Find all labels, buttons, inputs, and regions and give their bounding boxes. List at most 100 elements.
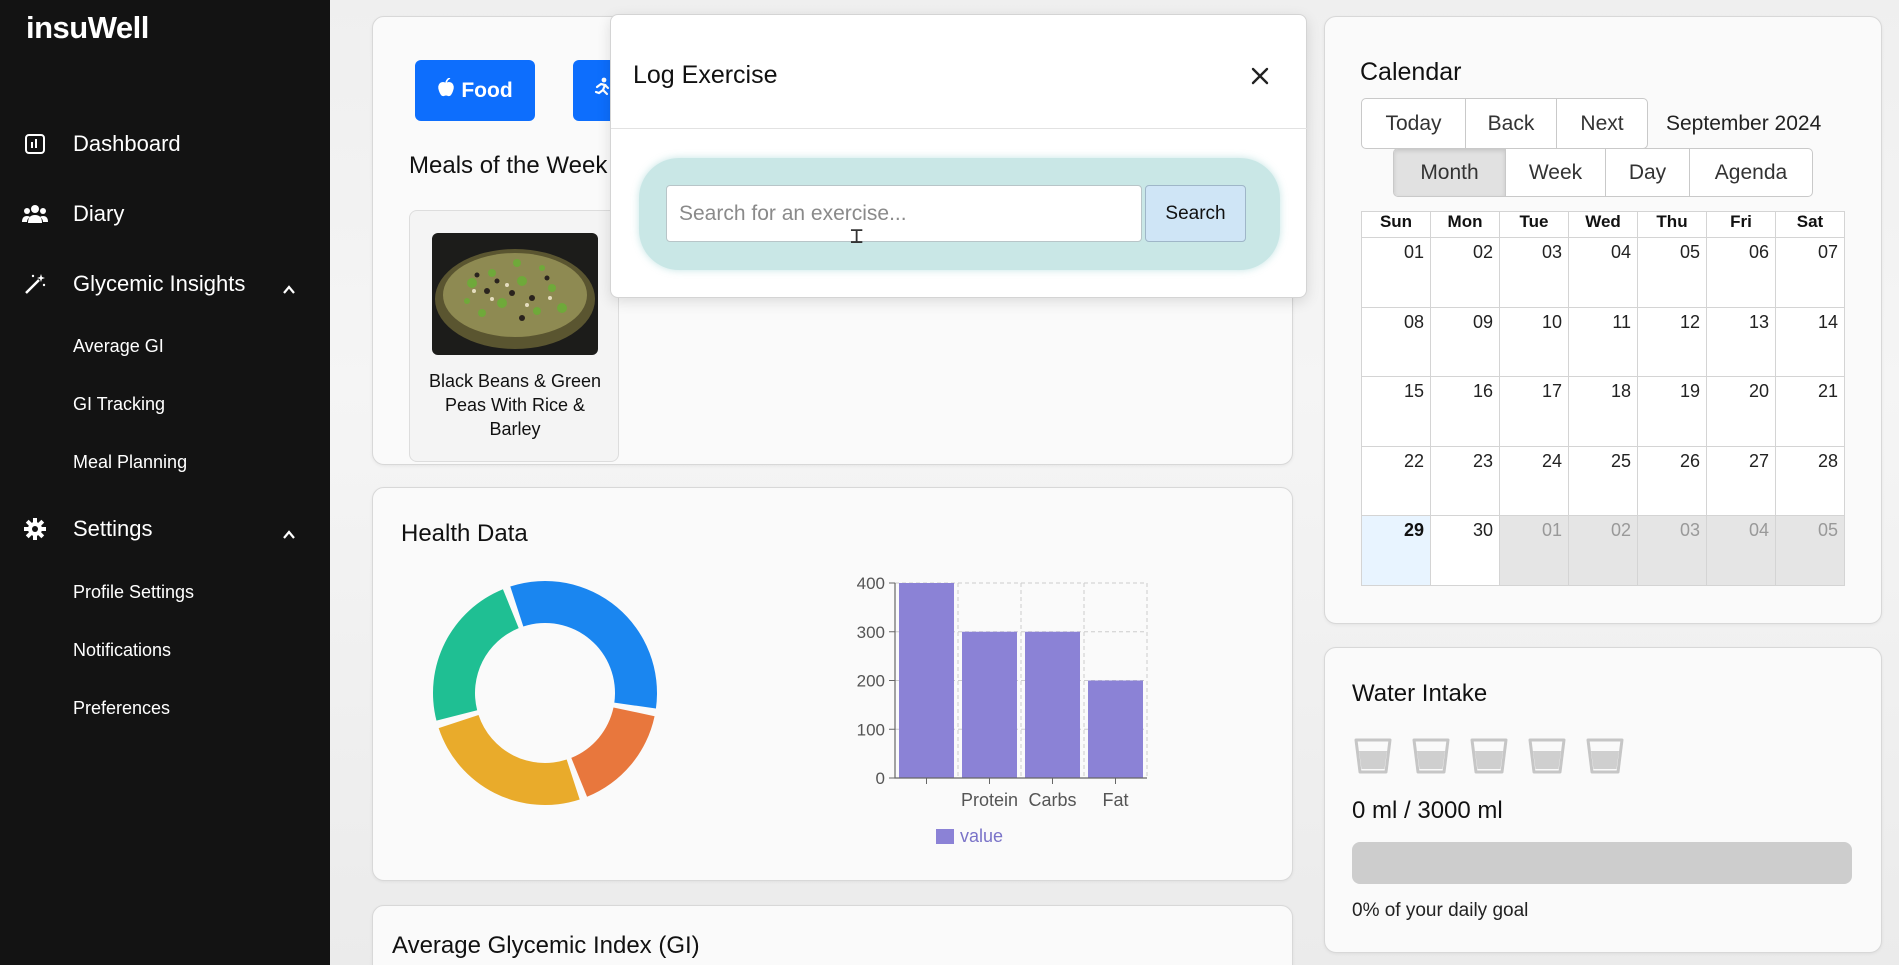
modal-divider	[611, 128, 1308, 129]
text-cursor-icon: ⌶	[850, 224, 864, 249]
today-button[interactable]: Today	[1362, 99, 1466, 148]
sidebar-item-label: Dashboard	[73, 131, 181, 156]
sidebar-item-diary[interactable]: Diary	[0, 199, 330, 229]
meal-card[interactable]: Black Beans & Green Peas With Rice & Bar…	[409, 210, 619, 462]
calendar-day[interactable]: 08	[1362, 307, 1431, 378]
calendar-day[interactable]: 01	[1500, 516, 1569, 586]
back-button[interactable]: Back	[1466, 99, 1557, 148]
calendar-day[interactable]: 10	[1500, 307, 1569, 378]
calendar-day[interactable]: 05	[1776, 516, 1845, 586]
sidebar-subitem-notifications[interactable]: Notifications	[73, 640, 171, 661]
next-button[interactable]: Next	[1557, 99, 1647, 148]
weekday-header: Tue	[1500, 212, 1569, 238]
y-tick-label: 0	[876, 769, 885, 788]
sidebar-item-settings[interactable]: Settings	[0, 514, 330, 544]
exercise-button[interactable]	[573, 60, 613, 121]
calendar-day[interactable]: 20	[1707, 377, 1776, 447]
calendar-day[interactable]: 27	[1707, 446, 1776, 517]
calendar-day[interactable]: 30	[1431, 516, 1500, 586]
calendar-day[interactable]: 16	[1431, 377, 1500, 447]
calendar-nav-group: Today Back Next	[1361, 98, 1648, 149]
macro-bar-chart[interactable]: 0 100 200 300 400 Protein Carbs Fat value	[840, 570, 1160, 860]
bar[interactable]	[899, 583, 954, 778]
view-day-button[interactable]: Day	[1606, 149, 1690, 196]
calendar-day[interactable]: 03	[1638, 516, 1707, 586]
cup-icon[interactable]	[1585, 737, 1625, 775]
bar[interactable]	[1025, 631, 1080, 778]
calendar-day[interactable]: 22	[1362, 446, 1431, 517]
weekday-header: Sat	[1776, 212, 1845, 238]
cup-icon[interactable]	[1469, 737, 1509, 775]
calendar-day[interactable]: 03	[1500, 238, 1569, 308]
calendar-day[interactable]: 29	[1362, 516, 1431, 586]
close-icon[interactable]	[1247, 63, 1273, 89]
view-week-button[interactable]: Week	[1506, 149, 1606, 196]
bar[interactable]	[1088, 680, 1143, 779]
view-month-button[interactable]: Month	[1394, 149, 1506, 196]
donut-segment[interactable]	[510, 581, 657, 709]
calendar-day[interactable]: 04	[1569, 238, 1638, 308]
calendar-day[interactable]: 23	[1431, 446, 1500, 517]
meal-name: Black Beans & Green Peas With Rice & Bar…	[428, 371, 602, 439]
calendar-day[interactable]: 04	[1707, 516, 1776, 586]
donut-segment[interactable]	[438, 714, 580, 805]
sidebar-item-label: Settings	[73, 516, 153, 541]
brand-logo[interactable]: insuWell	[26, 10, 149, 46]
exercise-search-box: Search	[639, 158, 1280, 270]
calendar-day[interactable]: 11	[1569, 307, 1638, 378]
donut-segment[interactable]	[571, 707, 655, 797]
water-cups	[1353, 737, 1625, 775]
calendar-day[interactable]: 09	[1431, 307, 1500, 378]
calendar-day[interactable]: 02	[1431, 238, 1500, 308]
calendar-day[interactable]: 28	[1776, 446, 1845, 517]
calendar-day[interactable]: 13	[1707, 307, 1776, 378]
calendar-day[interactable]: 17	[1500, 377, 1569, 447]
sidebar: insuWell Dashboard Diary Glycemic Insigh…	[0, 0, 330, 965]
average-gi-title: Average Glycemic Index (GI)	[392, 932, 700, 959]
x-tick-label: Carbs	[1028, 790, 1076, 810]
calendar-day[interactable]: 21	[1776, 377, 1845, 447]
meals-title: Meals of the Week	[409, 152, 608, 179]
cup-icon[interactable]	[1353, 737, 1393, 775]
magic-wand-icon	[22, 271, 48, 297]
calendar-day[interactable]: 05	[1638, 238, 1707, 308]
sidebar-subitem-average-gi[interactable]: Average GI	[73, 336, 164, 357]
calendar-day[interactable]: 19	[1638, 377, 1707, 447]
food-button[interactable]: Food	[415, 60, 535, 121]
calendar-day[interactable]: 01	[1362, 238, 1431, 308]
calendar-day[interactable]: 06	[1707, 238, 1776, 308]
calendar-day[interactable]: 15	[1362, 377, 1431, 447]
water-progress-bar	[1352, 842, 1852, 884]
weekday-header: Wed	[1569, 212, 1638, 238]
exercise-search-input[interactable]	[666, 185, 1142, 242]
bar[interactable]	[962, 631, 1017, 778]
legend-label[interactable]: value	[960, 826, 1003, 846]
calendar-day[interactable]: 24	[1500, 446, 1569, 517]
sidebar-subitem-gi-tracking[interactable]: GI Tracking	[73, 394, 165, 415]
search-button[interactable]: Search	[1145, 185, 1246, 242]
sidebar-subitem-profile-settings[interactable]: Profile Settings	[73, 582, 194, 603]
sidebar-subitem-preferences[interactable]: Preferences	[73, 698, 170, 719]
calendar-day[interactable]: 18	[1569, 377, 1638, 447]
water-intake-title: Water Intake	[1352, 680, 1488, 707]
apple-icon	[437, 76, 455, 104]
calendar-day[interactable]: 02	[1569, 516, 1638, 586]
calendar-day[interactable]: 07	[1776, 238, 1845, 308]
calendar-day[interactable]: 12	[1638, 307, 1707, 378]
chevron-up-icon[interactable]	[282, 522, 296, 539]
calendar-day[interactable]: 25	[1569, 446, 1638, 517]
calendar-day[interactable]: 26	[1638, 446, 1707, 517]
sidebar-item-glycemic-insights[interactable]: Glycemic Insights	[0, 269, 330, 299]
chevron-up-icon[interactable]	[282, 277, 296, 294]
view-agenda-button[interactable]: Agenda	[1690, 149, 1812, 196]
sidebar-subitem-meal-planning[interactable]: Meal Planning	[73, 452, 187, 473]
weekday-header: Fri	[1707, 212, 1776, 238]
cup-icon[interactable]	[1527, 737, 1567, 775]
calendar-month-grid: Sun Mon Tue Wed Thu Fri Sat 01 02 03 04 05 06 07 08 09 1…	[1361, 211, 1845, 586]
sidebar-item-dashboard[interactable]: Dashboard	[0, 129, 330, 159]
cup-icon[interactable]	[1411, 737, 1451, 775]
health-donut-chart[interactable]	[430, 578, 660, 808]
calendar-day[interactable]: 14	[1776, 307, 1845, 378]
donut-segment[interactable]	[433, 589, 519, 721]
y-tick-label: 400	[857, 574, 885, 593]
